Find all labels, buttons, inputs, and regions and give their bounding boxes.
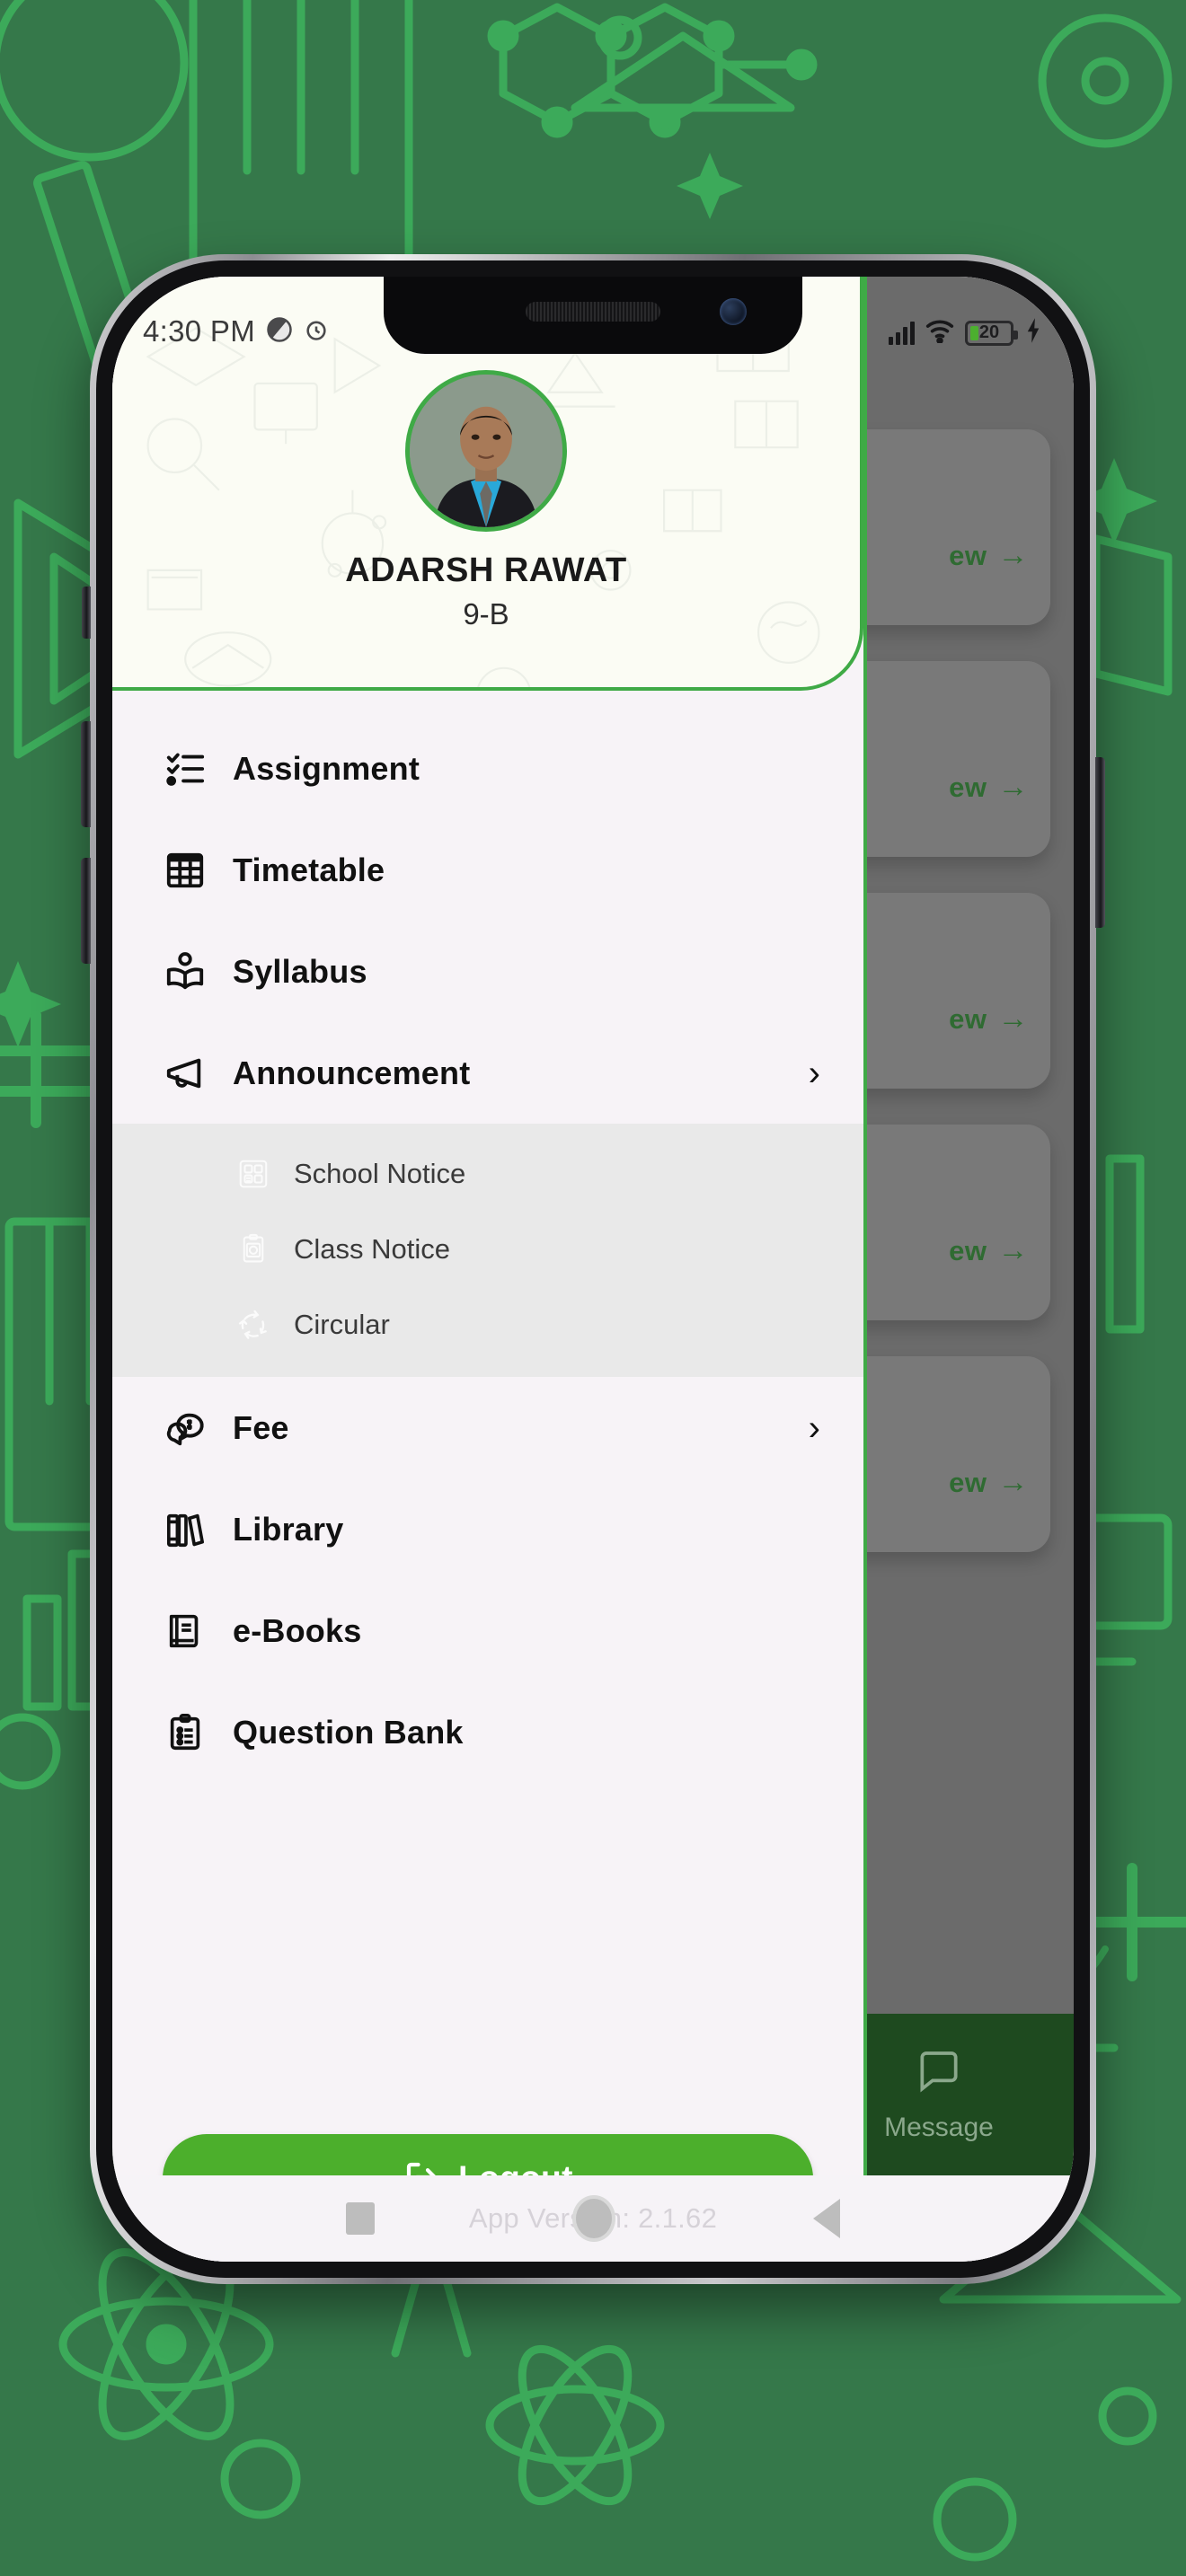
card-view-link[interactable]: ew → xyxy=(949,770,1029,805)
student-class-label: 9-B xyxy=(463,597,509,631)
money-chat-icon xyxy=(164,1407,206,1449)
bottom-nav-label: Message xyxy=(884,2112,994,2142)
menu-item-announcement[interactable]: Announcement › xyxy=(112,1022,863,1124)
phone-screen: ew → ew → ew → ew → ew → Message ADARSH … xyxy=(112,277,1074,2262)
notice-board-icon xyxy=(236,1157,270,1191)
wifi-icon xyxy=(925,318,955,348)
circular-refresh-icon xyxy=(236,1308,270,1342)
menu-item-label: Timetable xyxy=(233,851,385,888)
page-title: ADARSH RAWAT xyxy=(345,551,627,589)
checklist-icon xyxy=(164,748,206,790)
charging-bolt-icon xyxy=(1023,317,1043,348)
books-shelf-icon xyxy=(164,1509,206,1550)
battery-percent-label: 20 xyxy=(978,322,1000,342)
volume-down-button[interactable] xyxy=(81,858,91,964)
card-view-label: ew xyxy=(949,539,987,571)
dnd-circle-icon xyxy=(266,316,293,348)
submenu-item-class-notice[interactable]: Class Notice xyxy=(112,1212,863,1287)
card-view-link[interactable]: ew → xyxy=(949,1001,1029,1037)
menu-item-timetable[interactable]: Timetable xyxy=(112,819,863,921)
menu-item-library[interactable]: Library xyxy=(112,1478,863,1580)
menu-item-syllabus[interactable]: Syllabus xyxy=(112,921,863,1022)
status-bar-left: 4:30 PM xyxy=(143,314,329,348)
card-view-label: ew xyxy=(949,1234,987,1266)
menu-item-label: Fee xyxy=(233,1408,289,1446)
chevron-right-icon: › xyxy=(808,1053,820,1093)
menu-item-label: Question Bank xyxy=(233,1713,464,1751)
alarm-icon xyxy=(304,317,329,347)
front-camera xyxy=(720,298,747,325)
arrow-right-icon: → xyxy=(997,1465,1029,1499)
submenu-item-label: School Notice xyxy=(294,1158,466,1189)
open-book-person-icon xyxy=(164,951,206,992)
card-view-label: ew xyxy=(949,1466,987,1498)
menu-item-assignment[interactable]: Assignment xyxy=(112,718,863,819)
status-bar-right: 20 xyxy=(889,317,1043,348)
volume-up-button[interactable] xyxy=(81,721,91,827)
circle-home-icon[interactable] xyxy=(572,2195,615,2242)
chat-bubble-icon xyxy=(914,2047,964,2102)
submenu-item-label: Class Notice xyxy=(294,1233,450,1265)
card-view-link[interactable]: ew → xyxy=(949,1233,1029,1268)
menu-item-label: Library xyxy=(233,1510,344,1548)
submenu-item-circular[interactable]: Circular xyxy=(112,1287,863,1363)
mute-switch-button[interactable] xyxy=(82,587,91,639)
arrow-right-icon: → xyxy=(997,1233,1029,1267)
status-badge: 20 xyxy=(965,320,1018,346)
card-view-label: ew xyxy=(949,771,987,803)
menu-item-label: Announcement xyxy=(233,1054,471,1091)
ebook-icon xyxy=(164,1610,206,1652)
avatar[interactable] xyxy=(405,370,567,532)
drawer-menu-list: Assignment Timetable Syllabus Announceme… xyxy=(112,691,863,2107)
menu-item-label: e-Books xyxy=(233,1611,362,1649)
submenu-item-school-notice[interactable]: School Notice xyxy=(112,1136,863,1212)
phone-device-frame: ew → ew → ew → ew → ew → Message ADARSH … xyxy=(81,254,1105,2284)
android-navigation-bar xyxy=(112,2175,1074,2262)
menu-item-question-bank[interactable]: Question Bank xyxy=(112,1681,863,1783)
menu-item-label: Syllabus xyxy=(233,952,367,990)
submenu-item-label: Circular xyxy=(294,1309,390,1340)
navigation-drawer: ADARSH RAWAT 9-B Assignment Timetable Sy… xyxy=(112,277,867,2262)
clipboard-list-icon xyxy=(164,1712,206,1753)
card-view-link[interactable]: ew → xyxy=(949,538,1029,573)
power-button[interactable] xyxy=(1095,757,1105,928)
menu-item-ebooks[interactable]: e-Books xyxy=(112,1580,863,1681)
cellular-signal-icon xyxy=(889,321,915,345)
arrow-right-icon: → xyxy=(997,770,1029,804)
grid-table-icon xyxy=(164,850,206,891)
megaphone-icon xyxy=(164,1053,206,1094)
menu-item-fee[interactable]: Fee › xyxy=(112,1377,863,1478)
arrow-right-icon: → xyxy=(997,1001,1029,1036)
phone-bezel: ew → ew → ew → ew → ew → Message ADARSH … xyxy=(96,260,1090,2278)
phone-notch xyxy=(384,277,802,354)
card-view-link[interactable]: ew → xyxy=(949,1465,1029,1500)
square-recents-icon[interactable] xyxy=(346,2202,375,2235)
earpiece-speaker xyxy=(526,302,660,322)
menu-item-label: Assignment xyxy=(233,749,420,787)
triangle-back-icon[interactable] xyxy=(813,2199,840,2238)
status-time: 4:30 PM xyxy=(143,314,255,348)
clipboard-notice-icon xyxy=(236,1232,270,1266)
arrow-right-icon: → xyxy=(997,538,1029,572)
announcement-submenu: School Notice Class Notice Circular xyxy=(112,1124,863,1377)
student-photo-avatar xyxy=(410,375,562,527)
card-view-label: ew xyxy=(949,1002,987,1035)
chevron-right-icon: › xyxy=(808,1407,820,1448)
